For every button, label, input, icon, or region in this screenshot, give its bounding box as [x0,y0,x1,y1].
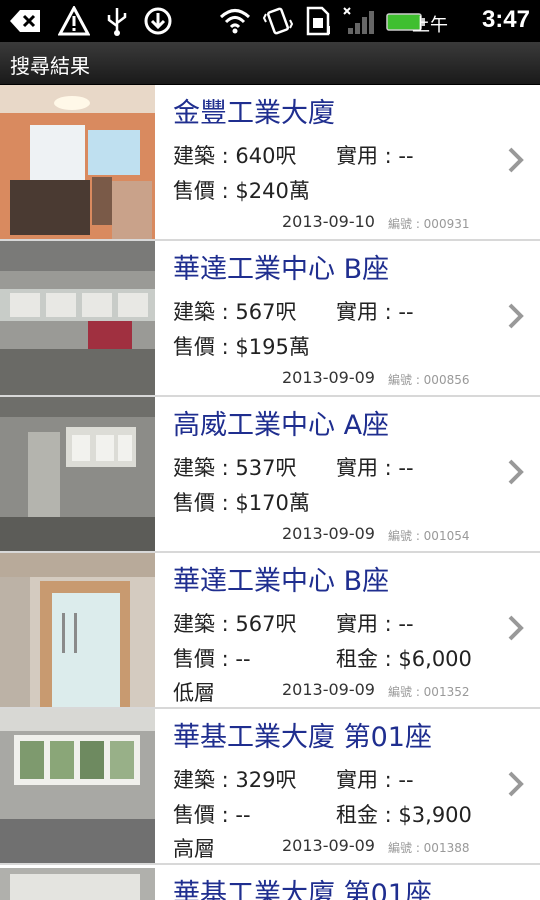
page-title: 搜尋結果 [10,54,90,78]
usable-area: 實用 : -- [336,144,414,168]
sale-price: 售價 : -- [173,647,251,671]
list-item[interactable]: 高威工業中心 A座 建築 : 537呎 實用 : -- 售價 : $170萬 2… [0,397,540,553]
usable-area: 實用 : -- [336,456,414,480]
property-photo [0,553,155,707]
title-bar: 搜尋結果 [0,42,540,85]
sale-price: 售價 : $240萬 [173,179,310,203]
property-photo [0,85,155,239]
warning-icon [58,6,90,36]
property-photo [0,241,155,395]
list-item-partial[interactable]: 華基工業大廈 第01座 [0,868,540,900]
usable-area: 實用 : -- [336,768,414,792]
listing-title: 金豐工業大廈 [173,98,335,129]
usable-area: 實用 : -- [336,300,414,324]
listing-title: 華基工業大廈 第01座 [173,879,432,900]
listing-title: 華達工業中心 B座 [173,254,390,285]
list-item[interactable]: 金豐工業大廈 建築 : 640呎 實用 : -- 售價 : $240萬 2013… [0,85,540,241]
floor-level: 低層 [173,681,215,705]
listing-title: 華達工業中心 B座 [173,566,390,597]
gross-area: 建築 : 537呎 [173,456,297,480]
ampm-label: 上午 [412,15,448,36]
sim-icon [306,6,330,36]
list-item[interactable]: 華達工業中心 B座 建築 : 567呎 實用 : -- 售價 : -- 租金 :… [0,553,540,709]
clock: 3:47 [481,6,530,33]
property-photo [0,397,155,551]
rent-price: 租金 : $3,900 [336,803,472,827]
chevron-right-icon [508,615,524,641]
chevron-right-icon [508,771,524,797]
listing-code: 編號 : 000931 [388,217,470,231]
listing-date: 2013-09-10 [282,212,375,231]
chevron-right-icon [508,459,524,485]
listing-code: 編號 : 001352 [388,685,470,699]
property-photo [0,709,155,863]
chevron-right-icon [508,303,524,329]
usb-icon [107,8,127,36]
usable-area: 實用 : -- [336,612,414,636]
sale-price: 售價 : $195萬 [173,335,310,359]
wifi-icon [219,9,251,34]
vibrate-icon [262,7,294,35]
listing-title: 華基工業大廈 第01座 [173,722,432,753]
listing-title: 高威工業中心 A座 [173,410,390,441]
property-photo [0,868,155,900]
gross-area: 建築 : 567呎 [173,300,297,324]
listing-code: 編號 : 001388 [388,841,470,855]
download-icon [144,7,172,35]
back-icon [10,10,40,32]
gross-area: 建築 : 329呎 [173,768,297,792]
signal-icon [343,7,374,34]
rent-price: 租金 : $6,000 [336,647,472,671]
listing-date: 2013-09-09 [282,368,375,387]
sale-price: 售價 : $170萬 [173,491,310,515]
gross-area: 建築 : 640呎 [173,144,297,168]
listing-date: 2013-09-09 [282,836,375,855]
status-bar: 上午 3:47 [0,0,540,42]
listing-code: 編號 : 000856 [388,373,470,387]
listing-date: 2013-09-09 [282,524,375,543]
listing-date: 2013-09-09 [282,680,375,699]
listing-code: 編號 : 001054 [388,529,470,543]
list-item[interactable]: 華達工業中心 B座 建築 : 567呎 實用 : -- 售價 : $195萬 2… [0,241,540,397]
sale-price: 售價 : -- [173,803,251,827]
list-item[interactable]: 華基工業大廈 第01座 建築 : 329呎 實用 : -- 售價 : -- 租金… [0,709,540,865]
floor-level: 高層 [173,837,215,861]
results-list: 金豐工業大廈 建築 : 640呎 實用 : -- 售價 : $240萬 2013… [0,85,540,865]
chevron-right-icon [508,147,524,173]
gross-area: 建築 : 567呎 [173,612,297,636]
